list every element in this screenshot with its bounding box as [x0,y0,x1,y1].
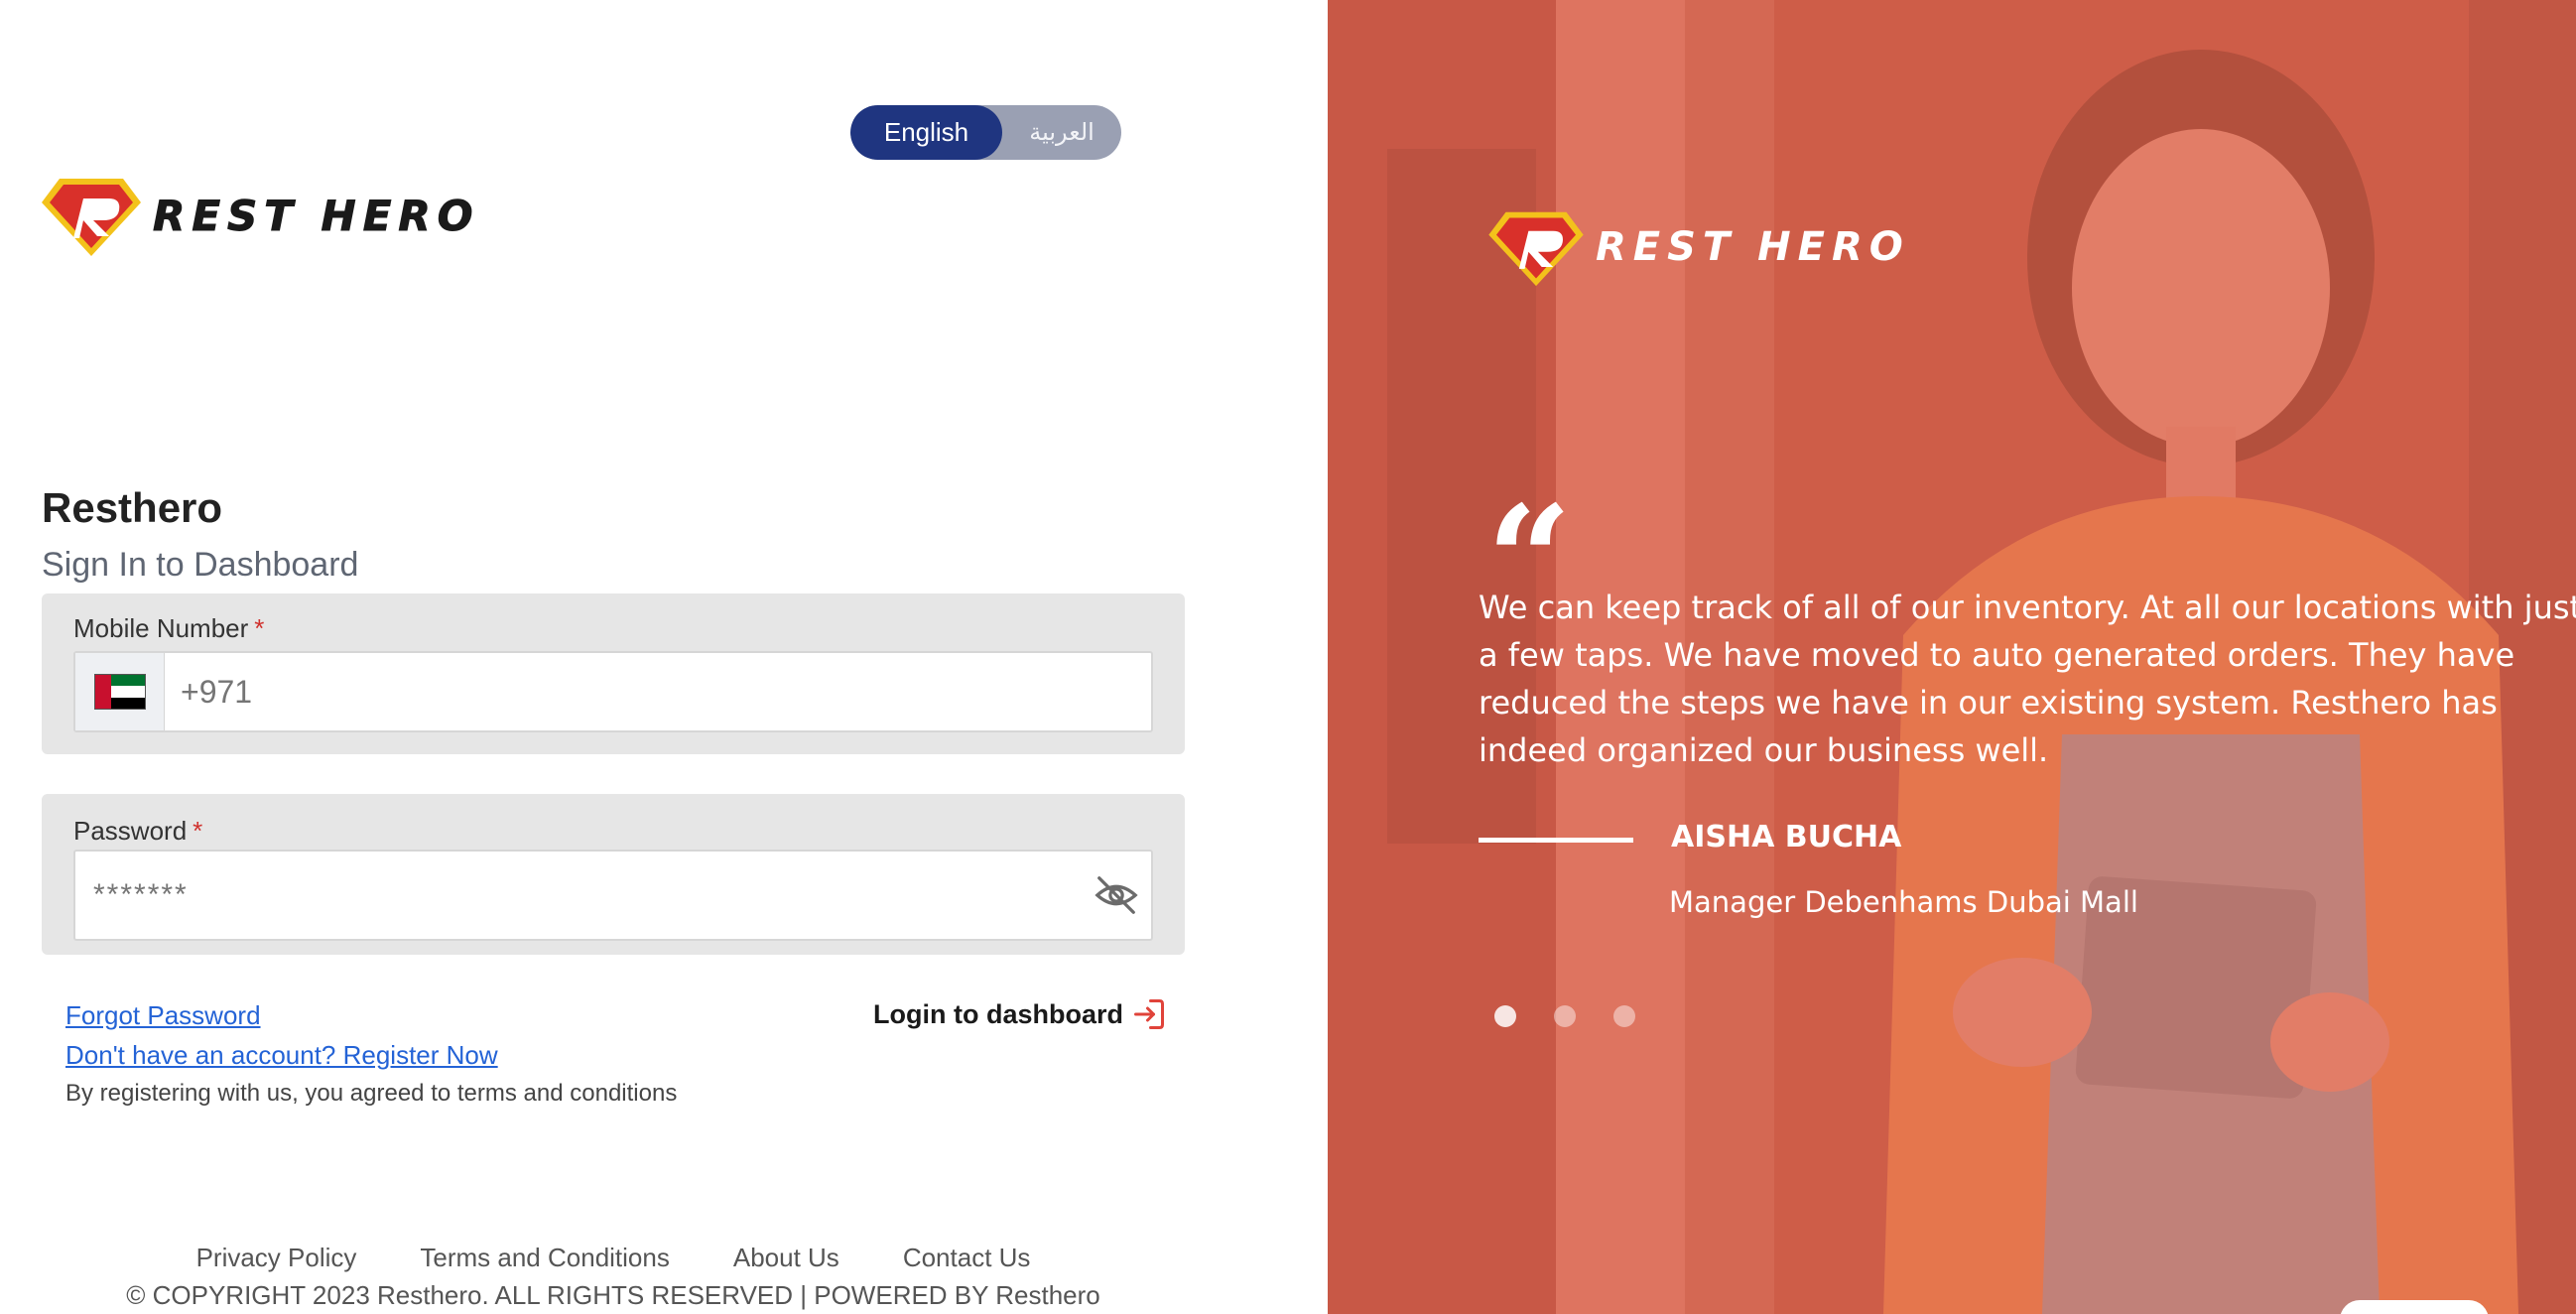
country-code-selector[interactable] [75,653,165,730]
eye-off-icon[interactable] [1082,852,1151,939]
required-marker: * [193,816,203,846]
password-group: Password * [42,794,1185,955]
password-label: Password * [73,816,203,846]
copyright-text: © COPYRIGHT 2023 Resthero. ALL RIGHTS RE… [126,1280,1100,1310]
testimonial-panel: REST HERO “ We can keep track of all of … [1328,0,2576,1314]
carousel-dot-3[interactable] [1613,1005,1635,1027]
footer-privacy-policy-link[interactable]: Privacy Policy [196,1243,357,1273]
carousel-dot-1[interactable] [1494,1005,1516,1027]
testimonial-quote: We can keep track of all of our inventor… [1479,589,2576,769]
testimonial-author: AISHA BUCHA [1671,820,1902,854]
testimonial-author-role: Manager Debenhams Dubai Mall [1669,885,2138,919]
brand-logo-text: REST HERO [152,191,480,240]
carousel-dot-2[interactable] [1554,1005,1576,1027]
login-button[interactable]: Login to dashboard [873,996,1167,1032]
carousel-dots [1494,1005,1635,1027]
mobile-number-label: Mobile Number * [73,613,265,643]
language-option-arabic[interactable]: العربية [1002,105,1121,160]
footer-contact-link[interactable]: Contact Us [903,1243,1031,1273]
testimonial-brand-logo: REST HERO [1486,206,1910,288]
page-title: Resthero [42,484,223,531]
rest-hero-emblem-icon [1488,211,1584,287]
terms-agreement-note: By registering with us, you agreed to te… [65,1080,678,1107]
uae-flag-icon [93,674,146,710]
login-panel: English العربية REST HERO Resthero Sign … [0,0,1328,1314]
login-arrow-icon [1133,999,1164,1029]
chat-widget-button[interactable] [2340,1300,2489,1314]
author-divider [1479,838,1633,843]
page-subtitle: Sign In to Dashboard [42,546,359,584]
language-option-english[interactable]: English [850,105,1002,160]
required-marker: * [254,613,265,643]
mobile-number-input[interactable] [165,653,1151,730]
password-box [73,850,1153,941]
language-toggle[interactable]: English العربية [850,105,1121,160]
footer-links: Privacy Policy Terms and Conditions Abou… [0,1243,1226,1273]
footer-terms-link[interactable]: Terms and Conditions [420,1243,669,1273]
mobile-number-box [73,651,1153,732]
forgot-password-link[interactable]: Forgot Password [65,1000,261,1031]
login-button-label: Login to dashboard [873,998,1123,1029]
footer-about-link[interactable]: About Us [733,1243,839,1273]
rest-hero-emblem-icon [42,179,141,256]
register-link[interactable]: Don't have an account? Register Now [65,1040,498,1071]
brand-logo: REST HERO [40,171,479,260]
password-input[interactable] [75,852,1082,939]
testimonial-logo-text: REST HERO [1596,224,1910,270]
mobile-number-group: Mobile Number * [42,593,1185,754]
